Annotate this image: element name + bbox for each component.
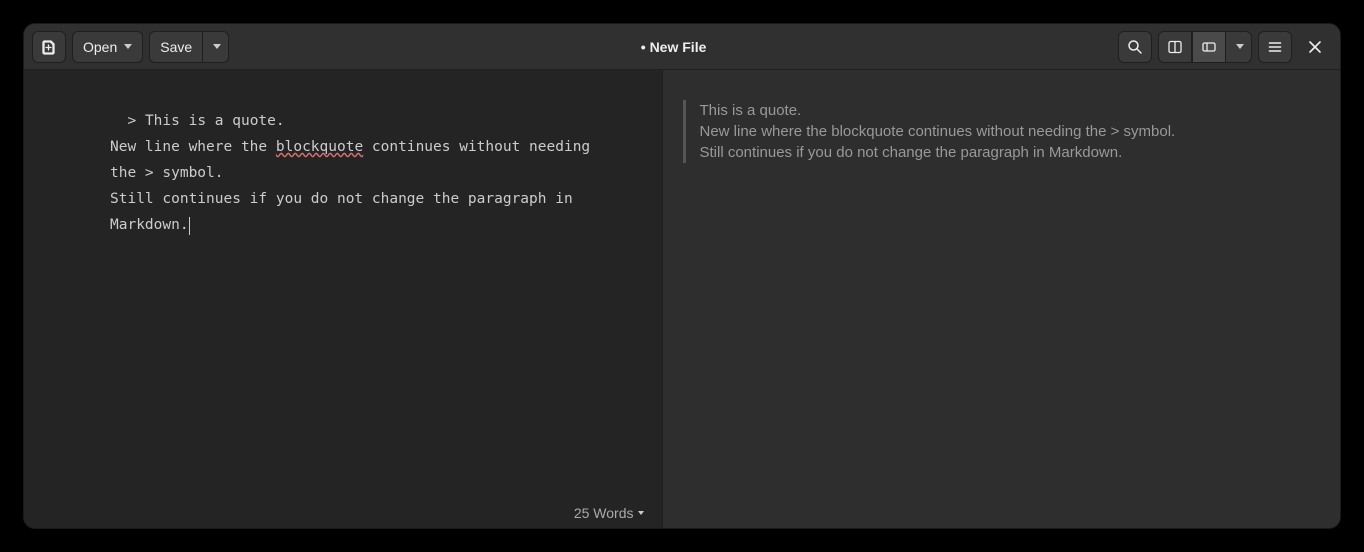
chevron-down-icon <box>124 44 132 49</box>
open-button[interactable]: Open <box>72 31 143 63</box>
preview-button[interactable] <box>1192 31 1226 63</box>
view-menu-button[interactable] <box>1226 31 1252 63</box>
chevron-down-icon[interactable] <box>638 511 644 515</box>
close-button[interactable] <box>1298 31 1332 63</box>
chevron-down-icon <box>1236 44 1244 49</box>
hamburger-menu-button[interactable] <box>1258 31 1292 63</box>
editor-pane[interactable]: > This is a quote. New line where the bl… <box>24 70 662 528</box>
window-title: • New File <box>235 39 1112 55</box>
chevron-down-icon <box>213 44 221 49</box>
preview-icon <box>1201 39 1217 55</box>
close-icon <box>1308 40 1322 54</box>
text-cursor <box>189 217 190 235</box>
hamburger-icon <box>1267 39 1283 55</box>
save-menu-button[interactable] <box>203 31 229 63</box>
editor-line: > This is a quote. <box>110 108 602 134</box>
open-label: Open <box>83 39 117 55</box>
search-icon <box>1127 39 1143 55</box>
preview-pane: This is a quote. New line where the bloc… <box>662 70 1341 528</box>
side-by-side-icon <box>1167 39 1183 55</box>
quote-line: Still continues if you do not change the… <box>700 142 1321 163</box>
editor-content[interactable]: > This is a quote. New line where the bl… <box>24 70 662 498</box>
side-by-side-button[interactable] <box>1158 31 1192 63</box>
search-button[interactable] <box>1118 31 1152 63</box>
blockquote: This is a quote. New line where the bloc… <box>683 100 1321 163</box>
app-window: Open Save • New File <box>23 23 1341 529</box>
save-button-group: Save <box>149 31 229 63</box>
toolbar: Open Save • New File <box>24 24 1340 70</box>
quote-line: New line where the blockquote continues … <box>700 121 1321 142</box>
quote-line: This is a quote. <box>700 100 1321 121</box>
new-tab-icon <box>41 39 57 55</box>
view-mode-group <box>1158 31 1252 63</box>
status-bar: 25 Words <box>24 498 662 528</box>
save-label: Save <box>160 39 192 55</box>
save-button[interactable]: Save <box>149 31 203 63</box>
spell-error: blockquote <box>276 139 363 155</box>
word-count[interactable]: 25 Words <box>574 505 634 521</box>
editor-line: Still continues if you do not change the… <box>110 186 602 238</box>
new-tab-button[interactable] <box>32 31 66 63</box>
content-area: > This is a quote. New line where the bl… <box>24 70 1340 528</box>
editor-line: New line where the blockquote continues … <box>110 134 602 186</box>
